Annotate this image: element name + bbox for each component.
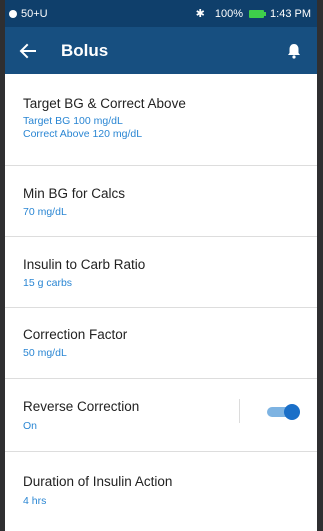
setting-title: Correction Factor xyxy=(23,327,128,342)
setting-reverse-correction[interactable]: Reverse Correction On xyxy=(5,379,317,452)
settings-list: Target BG & Correct Above Target BG 100 … xyxy=(5,74,317,531)
bell-icon[interactable] xyxy=(287,43,303,59)
setting-correction-factor[interactable]: Correction Factor 50 mg/dL xyxy=(5,308,317,379)
setting-title: Insulin to Carb Ratio xyxy=(23,257,146,272)
arrow-left-icon[interactable] xyxy=(19,40,41,62)
battery-icon xyxy=(249,9,267,18)
status-right: ✱ 100% 1:43 PM xyxy=(195,7,311,21)
setting-title: Target BG & Correct Above xyxy=(23,96,186,111)
setting-value: 50 mg/dL xyxy=(23,347,67,359)
status-bar: 50+U ✱ 100% 1:43 PM xyxy=(5,0,317,27)
status-left: 50+U xyxy=(9,8,48,20)
setting-value: On xyxy=(23,420,38,432)
reverse-correction-toggle[interactable] xyxy=(267,404,300,420)
setting-carb-ratio[interactable]: Insulin to Carb Ratio 15 g carbs xyxy=(5,237,317,308)
network-label: 50+U xyxy=(21,7,48,20)
setting-min-bg[interactable]: Min BG for Calcs 70 mg/dL xyxy=(5,166,317,237)
toggle-knob xyxy=(284,404,300,420)
app-bar: Bolus xyxy=(5,27,317,74)
setting-value: 15 g carbs xyxy=(23,277,73,289)
vertical-divider xyxy=(239,399,240,423)
battery-percent: 100% xyxy=(214,7,244,20)
bluetooth-icon: ✱ xyxy=(195,8,205,20)
setting-value: 70 mg/dL xyxy=(23,206,67,218)
setting-target-bg[interactable]: Target BG & Correct Above Target BG 100 … xyxy=(5,74,317,166)
setting-value: Correct Above 120 mg/dL xyxy=(23,128,143,140)
setting-title: Duration of Insulin Action xyxy=(23,474,173,489)
setting-value: Target BG 100 mg/dL xyxy=(23,115,123,127)
device-screen: 50+U ✱ 100% 1:43 PM Bolus Target BG & Co… xyxy=(0,0,323,531)
setting-value: 4 hrs xyxy=(23,495,47,507)
page-title: Bolus xyxy=(61,40,109,60)
setting-title: Min BG for Calcs xyxy=(23,186,126,201)
setting-insulin-duration[interactable]: Duration of Insulin Action 4 hrs xyxy=(5,452,317,531)
clock: 1:43 PM xyxy=(270,7,311,20)
signal-dot-icon xyxy=(9,9,17,18)
